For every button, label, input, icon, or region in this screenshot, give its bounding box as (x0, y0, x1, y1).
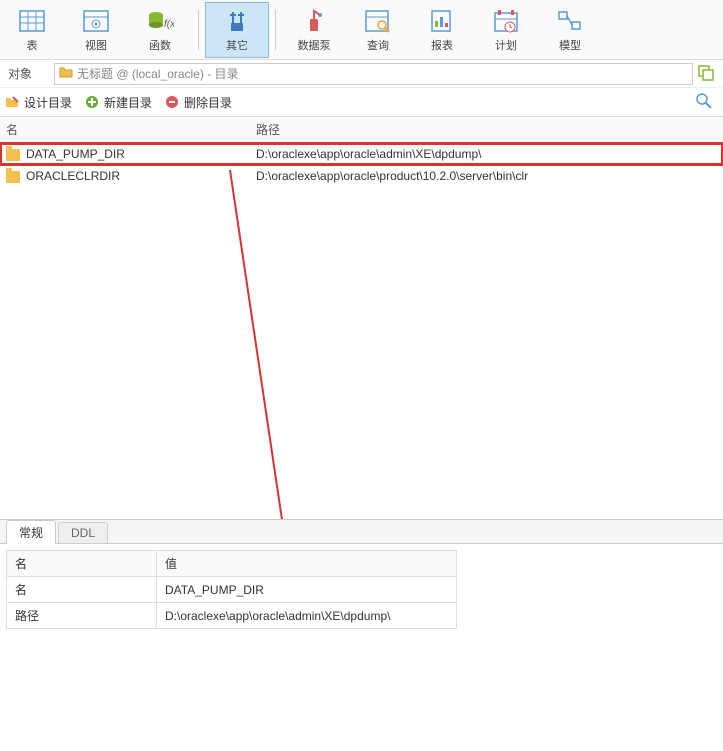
address-input[interactable]: 无标题 @ (local_oracle) - 目录 (54, 63, 693, 85)
toolbar-view[interactable]: 视图 (64, 2, 128, 58)
col-header-name[interactable]: 名 (0, 117, 250, 143)
toolbar-other[interactable]: 其它 (205, 2, 269, 58)
toolbar-report-label: 报表 (431, 37, 453, 53)
folder-icon (6, 149, 20, 161)
prop-row[interactable]: 名 DATA_PUMP_DIR (7, 577, 457, 603)
folder-icon (59, 66, 73, 81)
cell-path: D:\oraclexe\app\oracle\admin\XE\dpdump\ (250, 143, 723, 166)
prop-header-name: 名 (7, 551, 157, 577)
toolbar-schedule-label: 计划 (495, 37, 517, 53)
table-row[interactable]: DATA_PUMP_DIR D:\oraclexe\app\oracle\adm… (0, 143, 723, 166)
main-toolbar: 表 视图 f(x) 函数 其它 数据泵 查询 报表 (0, 0, 723, 60)
properties-table: 名 值 名 DATA_PUMP_DIR 路径 D:\oraclexe\app\o… (6, 550, 457, 629)
prop-value: DATA_PUMP_DIR (157, 577, 457, 603)
address-bar-row: 对象 无标题 @ (local_oracle) - 目录 (0, 60, 723, 88)
toolbar-table-label: 表 (27, 37, 38, 53)
properties-panel: 常规 DDL 名 值 名 DATA_PUMP_DIR 路径 D:\oraclex… (0, 519, 723, 751)
directory-table: 名 路径 DATA_PUMP_DIR D:\oraclexe\app\oracl… (0, 116, 723, 187)
prop-name: 路径 (7, 603, 157, 629)
col-header-path[interactable]: 路径 (250, 117, 723, 143)
toolbar-function-label: 函数 (149, 37, 171, 53)
table-icon (16, 7, 48, 35)
tab-general[interactable]: 常规 (6, 520, 56, 544)
add-icon (84, 94, 100, 110)
cell-name: ORACLECLRDIR (26, 169, 120, 183)
model-icon (554, 7, 586, 35)
table-row[interactable]: ORACLECLRDIR D:\oraclexe\app\oracle\prod… (0, 165, 723, 187)
refresh-icon[interactable] (693, 63, 719, 84)
svg-text:f(x): f(x) (164, 19, 174, 30)
prop-row[interactable]: 路径 D:\oraclexe\app\oracle\admin\XE\dpdum… (7, 603, 457, 629)
object-label: 对象 (4, 65, 54, 82)
design-directory-button[interactable]: 设计目录 (4, 94, 72, 111)
tab-ddl[interactable]: DDL (58, 522, 108, 543)
other-icon (221, 7, 253, 35)
toolbar-datapump-label: 数据泵 (298, 37, 331, 53)
new-label: 新建目录 (104, 94, 152, 111)
design-label: 设计目录 (24, 94, 72, 111)
toolbar-other-label: 其它 (226, 37, 248, 53)
search-icon[interactable] (695, 92, 713, 113)
toolbar-schedule[interactable]: 计划 (474, 2, 538, 58)
toolbar-view-label: 视图 (85, 37, 107, 53)
cell-path: D:\oraclexe\app\oracle\product\10.2.0\se… (250, 165, 723, 187)
design-icon (4, 94, 20, 110)
toolbar-report[interactable]: 报表 (410, 2, 474, 58)
cell-name: DATA_PUMP_DIR (26, 147, 125, 161)
schedule-icon (490, 7, 522, 35)
new-directory-button[interactable]: 新建目录 (84, 94, 152, 111)
delete-directory-button[interactable]: 删除目录 (164, 94, 232, 111)
toolbar-separator (198, 10, 199, 50)
prop-header-value: 值 (157, 551, 457, 577)
address-text: 无标题 @ (local_oracle) - 目录 (77, 65, 239, 82)
panel-tabs: 常规 DDL (0, 520, 723, 544)
delete-icon (164, 94, 180, 110)
query-icon (362, 7, 394, 35)
action-bar: 设计目录 新建目录 删除目录 (0, 88, 723, 116)
toolbar-table[interactable]: 表 (0, 2, 64, 58)
prop-value: D:\oraclexe\app\oracle\admin\XE\dpdump\ (157, 603, 457, 629)
toolbar-model[interactable]: 模型 (538, 2, 602, 58)
view-icon (80, 7, 112, 35)
toolbar-datapump[interactable]: 数据泵 (282, 2, 346, 58)
function-icon: f(x) (144, 7, 176, 35)
folder-icon (6, 171, 20, 183)
directory-table-wrap: 名 路径 DATA_PUMP_DIR D:\oraclexe\app\oracl… (0, 116, 723, 506)
toolbar-separator (275, 10, 276, 50)
toolbar-model-label: 模型 (559, 37, 581, 53)
toolbar-query-label: 查询 (367, 37, 389, 53)
report-icon (426, 7, 458, 35)
delete-label: 删除目录 (184, 94, 232, 111)
toolbar-query[interactable]: 查询 (346, 2, 410, 58)
prop-name: 名 (7, 577, 157, 603)
toolbar-function[interactable]: f(x) 函数 (128, 2, 192, 58)
datapump-icon (298, 7, 330, 35)
